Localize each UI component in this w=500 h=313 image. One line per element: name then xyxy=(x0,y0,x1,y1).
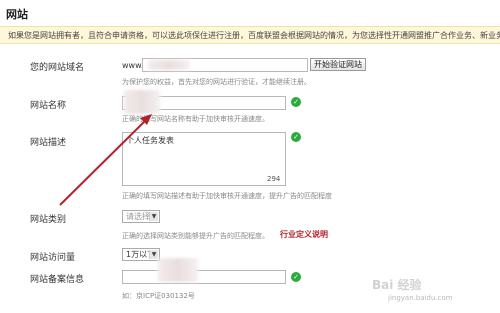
watermark-url: jingyan.baidu.com xyxy=(388,294,453,302)
baidu-watermark: Bai 经验 xyxy=(372,278,422,292)
annotation-arrow xyxy=(59,114,152,206)
